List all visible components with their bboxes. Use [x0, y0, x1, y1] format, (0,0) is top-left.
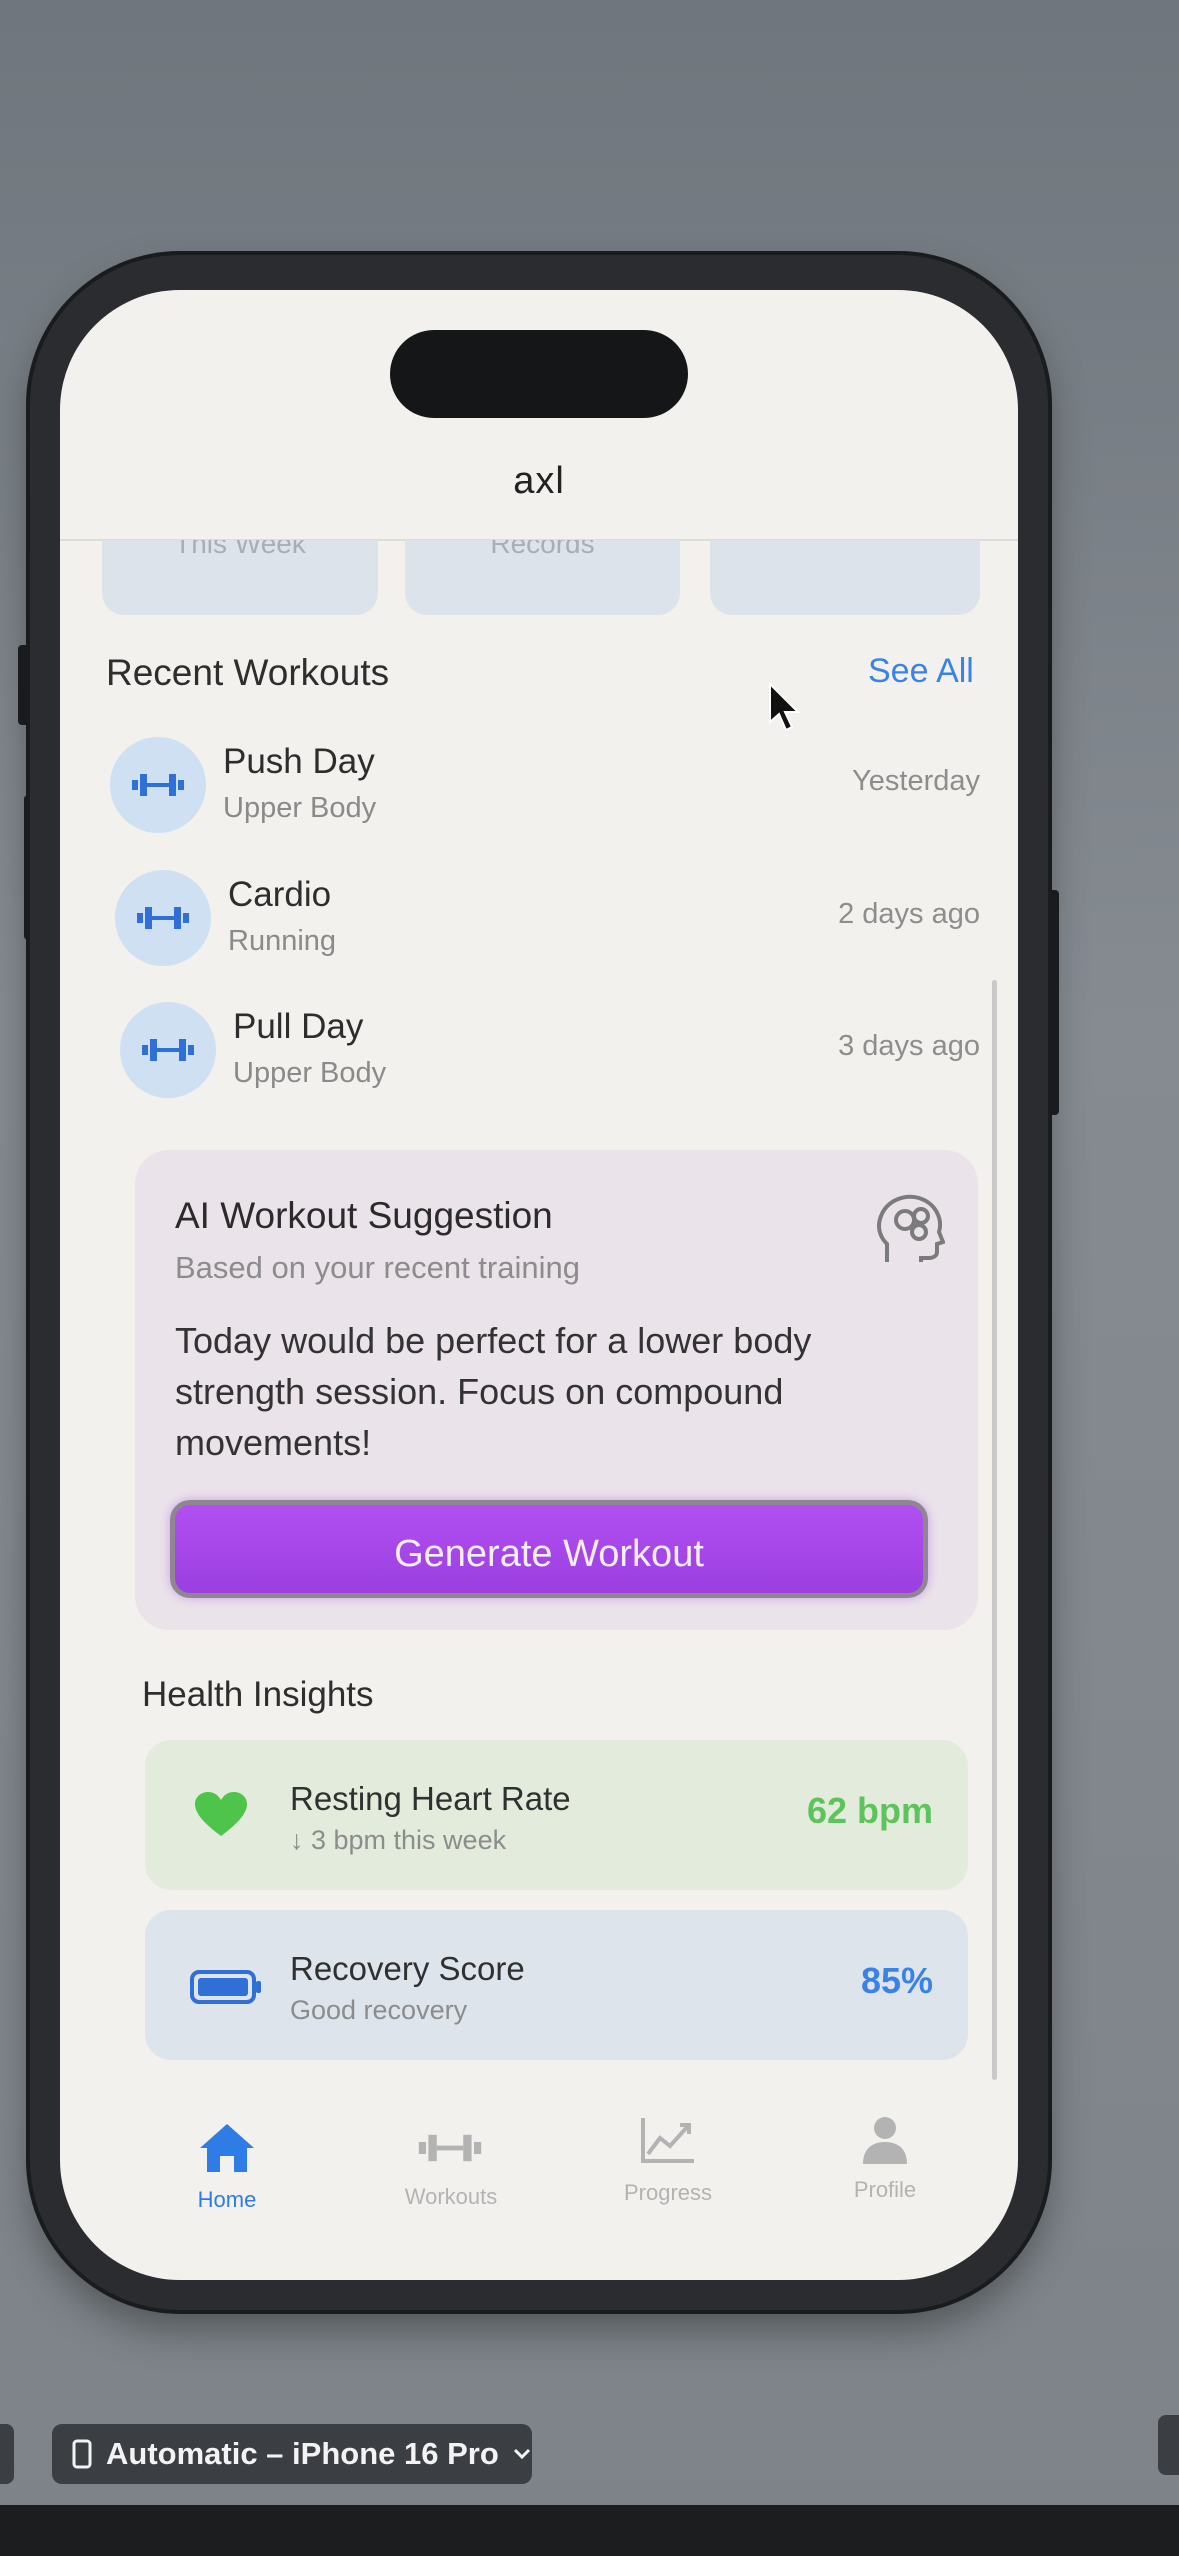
dumbbell-icon [110, 737, 206, 833]
stat-card-label: This Week [174, 540, 306, 559]
bottom-toolbar-strip [0, 2505, 1179, 2556]
brain-head-icon [875, 1192, 946, 1273]
workout-name[interactable]: Push Day [223, 742, 375, 782]
workout-time: 2 days ago [838, 898, 980, 930]
workout-name[interactable]: Cardio [228, 875, 331, 915]
scrollbar[interactable] [992, 980, 997, 2080]
stat-card-label: Records [490, 540, 595, 559]
house-icon[interactable] [197, 2120, 257, 2176]
recent-workouts-title: Recent Workouts [106, 652, 390, 693]
workout-category: Upper Body [223, 792, 377, 824]
tab-progress[interactable]: Progress [568, 2180, 768, 2206]
ai-card-title: AI Workout Suggestion [175, 1195, 553, 1236]
workout-time: Yesterday [852, 765, 980, 797]
tab-home[interactable]: Home [127, 2187, 327, 2213]
workout-name[interactable]: Pull Day [233, 1007, 363, 1047]
health-item-title: Recovery Score [290, 1950, 525, 1987]
health-item-value: 62 bpm [806, 1790, 933, 1831]
resting-heart-rate-card[interactable]: Resting Heart Rate ↓ 3 bpm this week 62 … [145, 1740, 968, 1890]
phone-icon [72, 2439, 92, 2469]
chevron-down-icon [513, 2448, 530, 2460]
dumbbell-icon [115, 870, 211, 966]
heart-icon [195, 1792, 247, 1843]
toolbar-pill-right [1158, 2415, 1179, 2475]
workout-category: Upper Body [233, 1057, 387, 1089]
device-selector-label: Automatic – iPhone 16 Pro [106, 2436, 499, 2471]
mouse-cursor-icon [768, 681, 802, 739]
ai-suggestion-card: AI Workout Suggestion Based on your rece… [135, 1150, 978, 1630]
power-button [1047, 890, 1059, 1115]
dumbbell-icon [120, 1002, 216, 1098]
generate-workout-button[interactable]: Generate Workout [170, 1500, 928, 1598]
nav-title: axl [513, 460, 565, 502]
device-selector[interactable]: Automatic – iPhone 16 Pro [52, 2424, 532, 2484]
person-icon[interactable] [860, 2115, 910, 2165]
battery-icon [190, 1970, 262, 2009]
dynamic-island [390, 330, 688, 418]
phone-screen: axl This Week Records Recent Workouts Se… [60, 290, 1018, 2280]
health-item-sub: Good recovery [290, 1995, 468, 2025]
tab-profile[interactable]: Profile [785, 2177, 985, 2203]
dumbbell-icon[interactable] [415, 2128, 485, 2168]
recovery-score-card[interactable]: Recovery Score Good recovery 85% [145, 1910, 968, 2060]
health-item-sub: ↓ 3 bpm this week [290, 1825, 507, 1855]
stat-card-week[interactable]: This Week [102, 540, 378, 615]
chart-line-icon[interactable] [638, 2115, 698, 2165]
action-button [18, 645, 30, 725]
workout-category: Running [228, 925, 337, 957]
stat-card-records[interactable]: Records [405, 540, 680, 615]
toolbar-pill-left [0, 2424, 14, 2484]
stat-card-third[interactable] [710, 540, 980, 615]
tab-workouts[interactable]: Workouts [351, 2184, 551, 2210]
ai-card-subtitle: Based on your recent training [175, 1250, 580, 1285]
see-all-link[interactable]: See All [868, 652, 974, 691]
health-item-value: 85% [860, 1960, 933, 2001]
health-insights-title: Health Insights [142, 1675, 374, 1714]
workout-time: 3 days ago [838, 1030, 980, 1062]
ai-card-body: Today would be perfect for a lower body … [175, 1320, 812, 1463]
health-item-title: Resting Heart Rate [290, 1780, 571, 1817]
